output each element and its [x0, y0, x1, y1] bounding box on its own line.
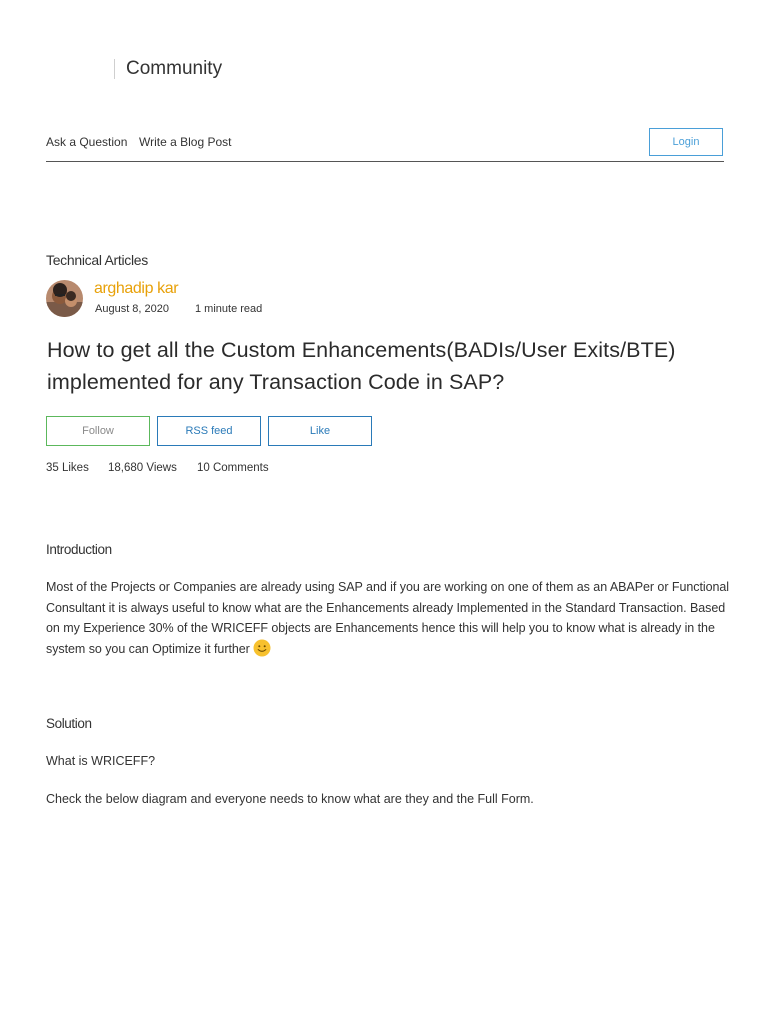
- login-button[interactable]: Login: [649, 128, 723, 156]
- brand-divider: [114, 59, 115, 79]
- wriceff-text: Check the below diagram and everyone nee…: [46, 792, 534, 806]
- author-name-link[interactable]: arghadip kar: [94, 280, 179, 298]
- introduction-paragraph: Most of the Projects or Companies are al…: [46, 577, 736, 660]
- article-title: How to get all the Custom Enhancements(B…: [47, 338, 676, 394]
- write-blog-post-link[interactable]: Write a Blog Post: [139, 135, 231, 149]
- author-avatar[interactable]: [46, 280, 83, 317]
- like-button[interactable]: Like: [268, 416, 372, 446]
- community-brand-link[interactable]: Community: [126, 57, 222, 81]
- rss-feed-button[interactable]: RSS feed: [157, 416, 261, 446]
- author-photo-icon: [46, 280, 83, 317]
- smile-icon: [253, 639, 271, 657]
- likes-count: 35 Likes: [46, 462, 89, 474]
- follow-button[interactable]: Follow: [46, 416, 150, 446]
- comments-count[interactable]: 10 Comments: [197, 462, 269, 474]
- solution-heading: Solution: [46, 716, 92, 731]
- ask-question-link[interactable]: Ask a Question: [46, 135, 127, 149]
- header-divider: [46, 161, 724, 162]
- views-count: 18,680 Views: [108, 462, 177, 474]
- introduction-heading: Introduction: [46, 542, 112, 557]
- wriceff-heading: What is WRICEFF?: [46, 754, 156, 768]
- introduction-text: Most of the Projects or Companies are al…: [46, 580, 730, 657]
- read-time: 1 minute read: [195, 303, 263, 315]
- article-category[interactable]: Technical Articles: [46, 252, 148, 268]
- post-date: August 8, 2020: [95, 303, 170, 315]
